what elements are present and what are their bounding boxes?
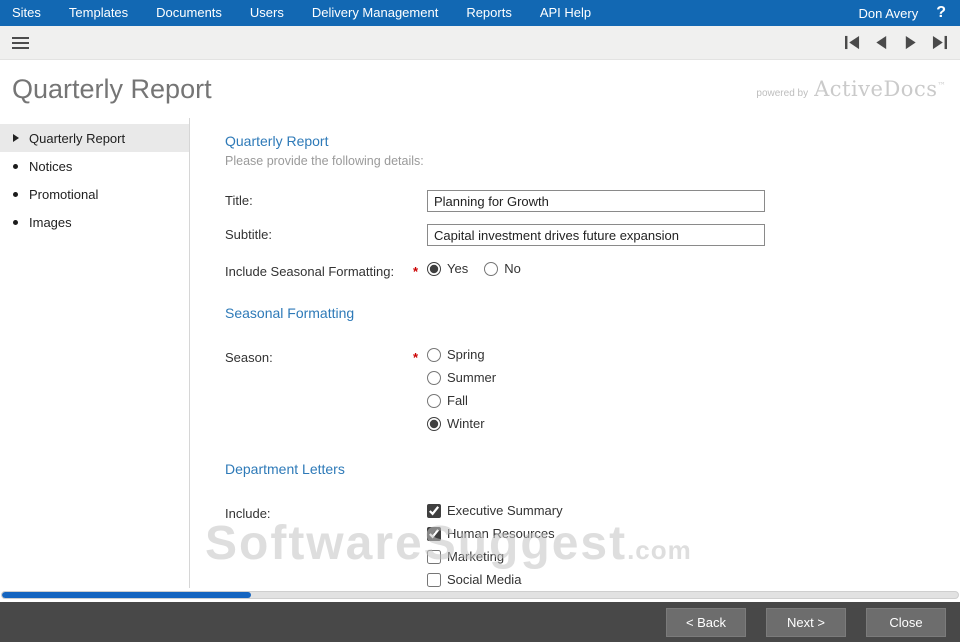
first-page-icon[interactable] <box>844 35 861 50</box>
record-pager <box>844 35 948 50</box>
top-nav: Sites Templates Documents Users Delivery… <box>0 0 960 26</box>
sidebar-item-label: Images <box>29 214 72 230</box>
nav-item-delivery-management[interactable]: Delivery Management <box>298 0 452 26</box>
season-spring-radio[interactable] <box>427 347 441 362</box>
seasonal-yes-label: Yes <box>447 261 469 276</box>
season-summer-option[interactable]: Summer <box>427 370 960 385</box>
executive-summary-checkbox[interactable] <box>427 503 441 518</box>
powered-by-label: powered by <box>756 88 809 99</box>
seasonal-formatting-label: Include Seasonal Formatting: <box>225 264 395 279</box>
subtitle-input[interactable] <box>427 224 765 246</box>
include-marketing-option[interactable]: Marketing <box>427 549 960 564</box>
next-button[interactable]: Next > <box>766 607 846 637</box>
page-title: Quarterly Report <box>12 73 212 104</box>
bullet-icon <box>13 191 18 197</box>
nav-item-documents[interactable]: Documents <box>142 0 236 26</box>
seasonal-no-option[interactable]: No <box>484 261 521 276</box>
activedocs-logo: ActiveDocs™ <box>814 77 946 101</box>
season-winter-option[interactable]: Winter <box>427 416 960 431</box>
sidebar-item-images[interactable]: Images <box>0 208 189 236</box>
required-asterisk: * <box>413 350 419 365</box>
form-content: Quarterly Report Please provide the foll… <box>190 118 960 588</box>
section-heading-seasonal-formatting: Seasonal Formatting <box>225 305 355 321</box>
close-button[interactable]: Close <box>866 607 946 637</box>
season-fall-option[interactable]: Fall <box>427 393 960 408</box>
seasonal-yes-radio[interactable] <box>427 261 441 276</box>
include-human-resources-option[interactable]: Human Resources <box>427 526 960 541</box>
marketing-label: Marketing <box>447 549 505 564</box>
previous-page-icon[interactable] <box>873 35 890 50</box>
human-resources-checkbox[interactable] <box>427 526 441 541</box>
season-winter-label: Winter <box>447 416 485 431</box>
bullet-icon <box>13 219 18 225</box>
required-asterisk: * <box>413 264 419 279</box>
wizard-progress <box>0 588 960 602</box>
executive-summary-label: Executive Summary <box>447 503 563 518</box>
season-label: Season: <box>225 350 273 365</box>
season-summer-radio[interactable] <box>427 370 441 385</box>
season-winter-radio[interactable] <box>427 416 441 431</box>
nav-item-reports[interactable]: Reports <box>452 0 526 26</box>
footer-bar: < Back Next > Close <box>0 602 960 642</box>
nav-item-api-help[interactable]: API Help <box>526 0 605 26</box>
season-summer-label: Summer <box>447 370 497 385</box>
last-page-icon[interactable] <box>931 35 948 50</box>
toolbar <box>0 26 960 60</box>
wizard-sidebar: Quarterly Report Notices Promotional Ima… <box>0 118 190 588</box>
back-button[interactable]: < Back <box>666 607 746 637</box>
include-label: Include: <box>225 506 271 521</box>
sidebar-item-notices[interactable]: Notices <box>0 152 189 180</box>
bullet-icon <box>13 163 18 169</box>
subtitle-label: Subtitle: <box>225 227 272 242</box>
season-spring-label: Spring <box>447 347 485 362</box>
title-input[interactable] <box>427 190 765 212</box>
social-media-label: Social Media <box>447 572 522 587</box>
menu-icon[interactable] <box>12 36 29 49</box>
season-fall-radio[interactable] <box>427 393 441 408</box>
include-social-media-option[interactable]: Social Media <box>427 572 960 587</box>
nav-item-templates[interactable]: Templates <box>55 0 142 26</box>
progress-fill <box>2 592 251 598</box>
next-page-icon[interactable] <box>902 35 919 50</box>
sidebar-item-label: Promotional <box>29 186 99 202</box>
trademark-symbol: ™ <box>937 81 946 90</box>
season-spring-option[interactable]: Spring <box>427 347 960 362</box>
sidebar-item-label: Quarterly Report <box>29 130 126 146</box>
title-label: Title: <box>225 193 253 208</box>
section-subtitle: Please provide the following details: <box>225 154 424 168</box>
nav-item-users[interactable]: Users <box>236 0 298 26</box>
main-area: Quarterly Report Notices Promotional Ima… <box>0 118 960 588</box>
seasonal-yes-option[interactable]: Yes <box>427 261 468 276</box>
include-executive-summary-option[interactable]: Executive Summary <box>427 503 960 518</box>
brand-logo: powered by ActiveDocs™ <box>756 77 946 101</box>
season-fall-label: Fall <box>447 393 468 408</box>
section-heading-department-letters: Department Letters <box>225 461 345 477</box>
title-bar: Quarterly Report powered by ActiveDocs™ <box>0 60 960 118</box>
help-icon[interactable]: ? <box>936 4 946 22</box>
sidebar-item-quarterly-report[interactable]: Quarterly Report <box>0 124 189 152</box>
user-menu[interactable]: Don Avery <box>858 6 918 21</box>
nav-item-sites[interactable]: Sites <box>0 0 55 26</box>
sidebar-item-label: Notices <box>29 158 73 174</box>
sidebar-item-promotional[interactable]: Promotional <box>0 180 189 208</box>
seasonal-no-radio[interactable] <box>484 261 499 276</box>
seasonal-no-label: No <box>504 261 521 276</box>
section-heading-quarterly-report: Quarterly Report <box>225 133 329 149</box>
human-resources-label: Human Resources <box>447 526 555 541</box>
progress-track <box>1 591 959 599</box>
current-step-arrow-icon <box>13 134 19 142</box>
marketing-checkbox[interactable] <box>427 549 441 564</box>
social-media-checkbox[interactable] <box>427 572 441 587</box>
